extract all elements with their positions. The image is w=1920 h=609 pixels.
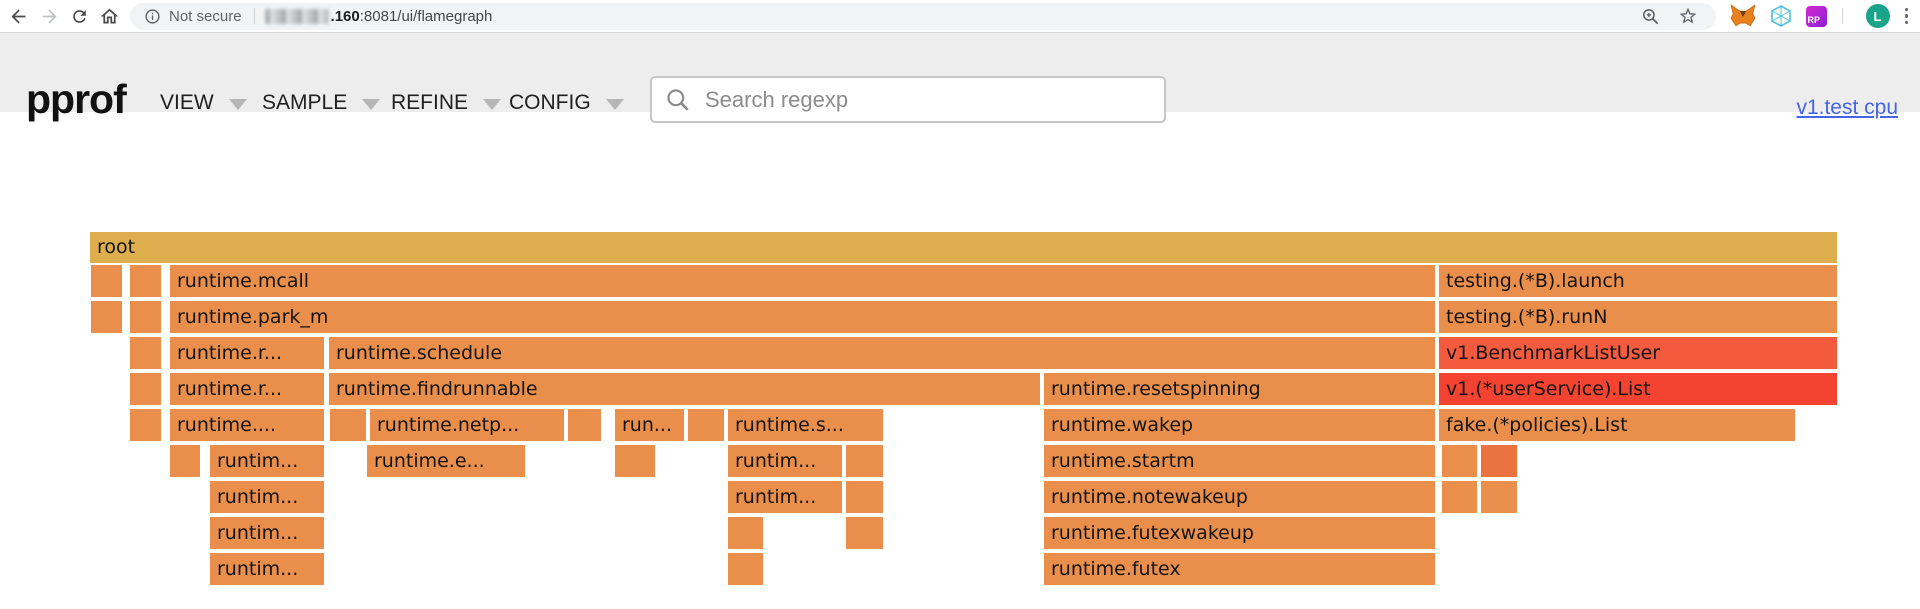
url-host: .160 [331,8,360,25]
flame-frame-small[interactable] [170,445,200,477]
flame-frame[interactable]: v1.BenchmarkListUser [1439,337,1837,369]
flame-frame-small[interactable] [1442,481,1477,513]
flame-frame[interactable]: testing.(*B).runN [1439,301,1837,333]
flame-frame[interactable]: runtim... [728,445,842,477]
hexagon-extension-icon[interactable] [1769,4,1793,28]
search-box [650,76,1166,123]
flame-frame[interactable]: runtim... [728,481,842,513]
blurred-url-host [265,9,329,24]
flame-frame-small[interactable] [1481,481,1517,513]
zoom-icon[interactable] [1641,7,1660,26]
flame-frame[interactable]: fake.(*policies).List [1439,409,1795,441]
flame-frame[interactable]: runtime.r... [170,337,324,369]
nav-buttons [0,6,130,27]
flame-frame[interactable]: runtime.park_m [170,301,1435,333]
search-input[interactable] [703,86,1164,114]
flame-frame-small[interactable] [91,301,122,333]
bookmark-star-icon[interactable] [1678,6,1698,26]
flamegraph: rootruntime.mcalltesting.(*B).launchrunt… [90,232,1837,590]
flame-frame[interactable]: runtim... [210,481,324,513]
rp-extension-icon[interactable]: RP [1806,6,1827,27]
reload-icon[interactable] [70,7,89,26]
menu-config[interactable]: CONFIG [509,91,624,115]
browser-toolbar: Not secure .160 :8081/ui/flamegraph RP L [0,0,1920,33]
flame-frame[interactable]: v1.(*userService).List [1439,373,1837,405]
flame-frame-small[interactable] [130,301,161,333]
flame-frame[interactable]: runtime.netp... [370,409,564,441]
extensions-area: RP L [1716,4,1920,28]
flame-frame[interactable]: runtime.futexwakeup [1044,517,1435,549]
search-icon [665,87,691,113]
flame-frame[interactable]: runtime.futex [1044,553,1435,585]
flame-frame[interactable]: runtime.resetspinning [1044,373,1435,405]
metamask-fox-icon[interactable] [1730,4,1756,28]
home-icon[interactable] [99,6,120,27]
chevron-down-icon [229,99,247,110]
profile-avatar[interactable]: L [1866,4,1890,28]
flame-frame[interactable]: runtime.schedule [329,337,1435,369]
flame-frame-small[interactable] [568,409,601,441]
divider [254,8,255,24]
flame-frame[interactable]: testing.(*B).launch [1439,265,1837,297]
menu-refine[interactable]: REFINE [391,91,501,115]
flame-frame[interactable]: runtime.s... [728,409,883,441]
flame-frame-small[interactable] [130,373,161,405]
flame-frame[interactable]: root [90,232,1837,263]
flame-frame[interactable]: runtim... [210,445,324,477]
flame-frame[interactable]: runtim... [210,553,324,585]
flame-frame[interactable]: runtime.findrunnable [329,373,1040,405]
divider [1842,8,1843,24]
menu-view[interactable]: VIEW [160,91,247,115]
back-icon[interactable] [8,6,29,27]
flame-frame-small[interactable] [846,445,883,477]
profile-source-link[interactable]: v1.test cpu [1796,96,1898,120]
flame-frame-small[interactable] [846,517,883,549]
security-label: Not secure [169,8,242,25]
chrome-menu-icon[interactable] [1903,6,1911,27]
flame-frame-small[interactable] [330,409,366,441]
flame-frame-small[interactable] [728,517,763,549]
flame-frame[interactable]: runtime.notewakeup [1044,481,1435,513]
pprof-logo: pprof [26,79,126,120]
flame-frame[interactable]: runtime.e... [367,445,525,477]
flame-frame-small[interactable] [615,445,655,477]
flame-frame-small[interactable] [130,337,161,369]
pprof-header: pprof VIEW SAMPLE REFINE CONFIG v1.test … [0,33,1920,112]
url-path: :8081/ui/flamegraph [360,8,493,25]
menu-sample[interactable]: SAMPLE [262,91,380,115]
flame-frame[interactable]: runtim... [210,517,324,549]
chevron-down-icon [362,99,380,110]
flame-frame-small[interactable] [130,265,161,297]
flame-frame[interactable]: runtime.startm [1044,445,1435,477]
flame-frame-small[interactable] [1481,445,1517,477]
flame-frame[interactable]: runtime.... [170,409,324,441]
flame-frame-small[interactable] [846,481,883,513]
flame-frame[interactable]: runtime.mcall [170,265,1435,297]
flame-frame-small[interactable] [688,409,724,441]
flame-frame[interactable]: runtime.r... [170,373,324,405]
info-icon[interactable] [144,8,161,25]
chevron-down-icon [606,99,624,110]
chevron-down-icon [483,99,501,110]
flame-frame[interactable]: run... [615,409,684,441]
forward-icon[interactable] [39,6,60,27]
flame-frame-small[interactable] [728,553,763,585]
flame-frame-small[interactable] [91,265,122,297]
flame-frame-small[interactable] [130,409,161,441]
flame-frame[interactable]: runtime.wakep [1044,409,1435,441]
url-bar[interactable]: Not secure .160 :8081/ui/flamegraph [130,3,1716,30]
flame-frame-small[interactable] [1442,445,1477,477]
